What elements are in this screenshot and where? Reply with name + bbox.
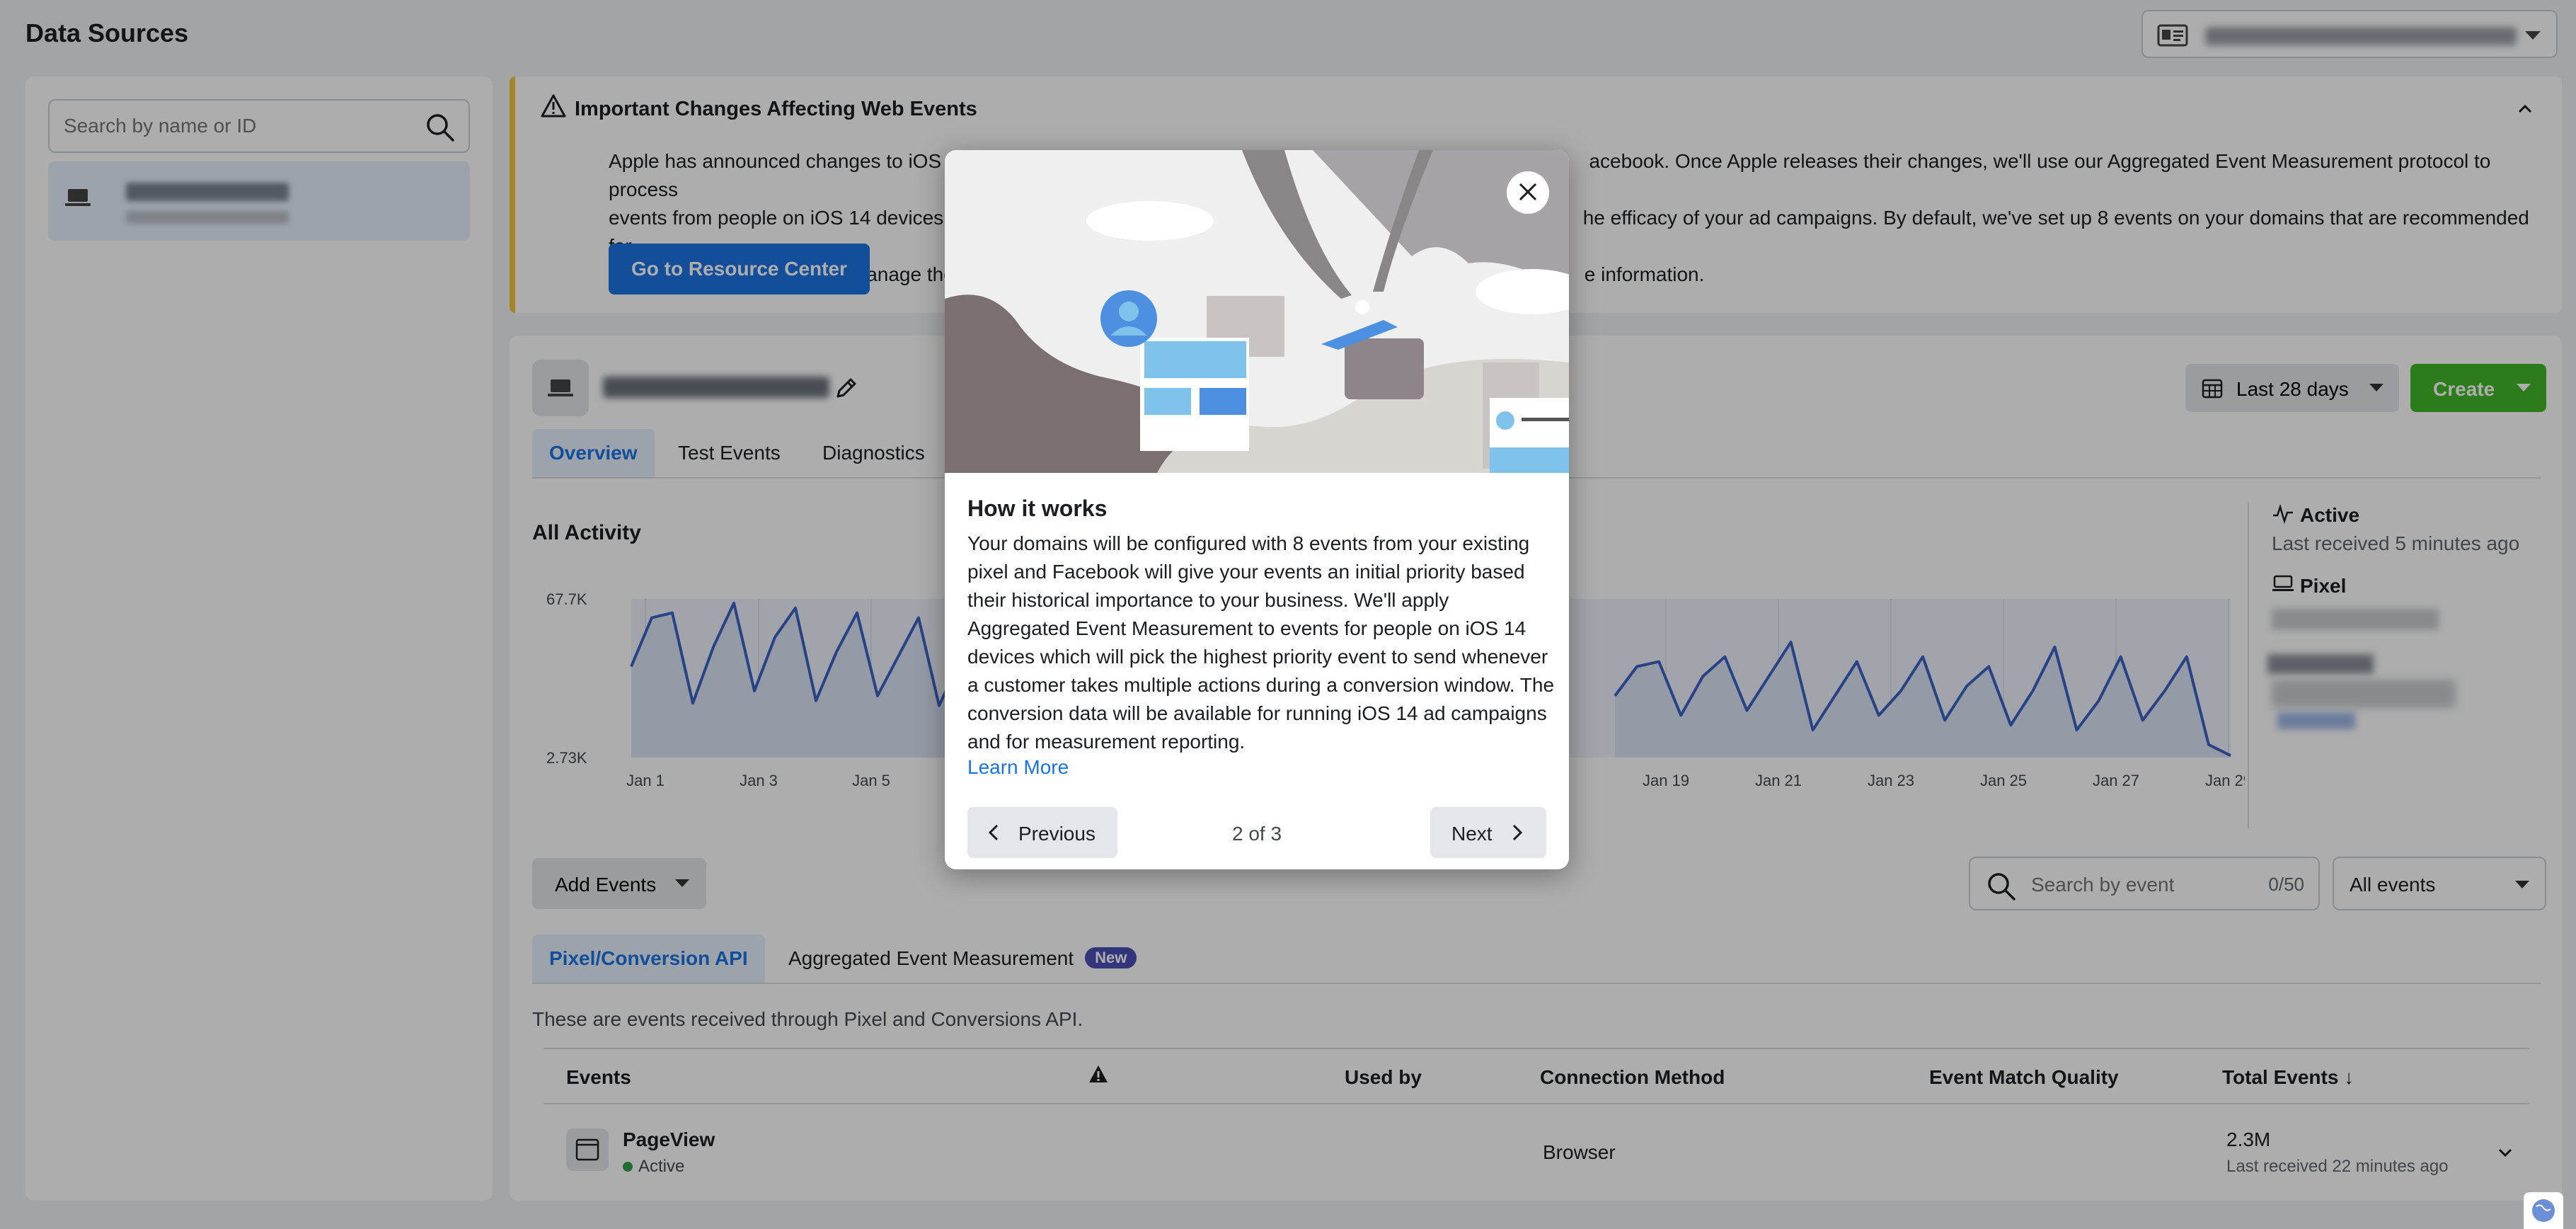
next-label: Next <box>1451 823 1493 845</box>
close-button[interactable] <box>1507 171 1549 214</box>
hot-air-balloon-illustration <box>945 150 1569 473</box>
close-icon <box>1519 183 1537 200</box>
learn-more-link[interactable]: Learn More <box>967 756 1069 779</box>
help-button[interactable] <box>2524 1192 2563 1229</box>
globe-icon <box>2532 1199 2555 1222</box>
how-it-works-dialog: How it works Your domains will be config… <box>945 150 1569 869</box>
dialog-title: How it works <box>967 496 1108 521</box>
next-button[interactable]: Next <box>1430 807 1546 858</box>
chevron-right-icon <box>1512 824 1523 841</box>
dialog-body: Your domains will be configured with 8 e… <box>967 532 1555 753</box>
